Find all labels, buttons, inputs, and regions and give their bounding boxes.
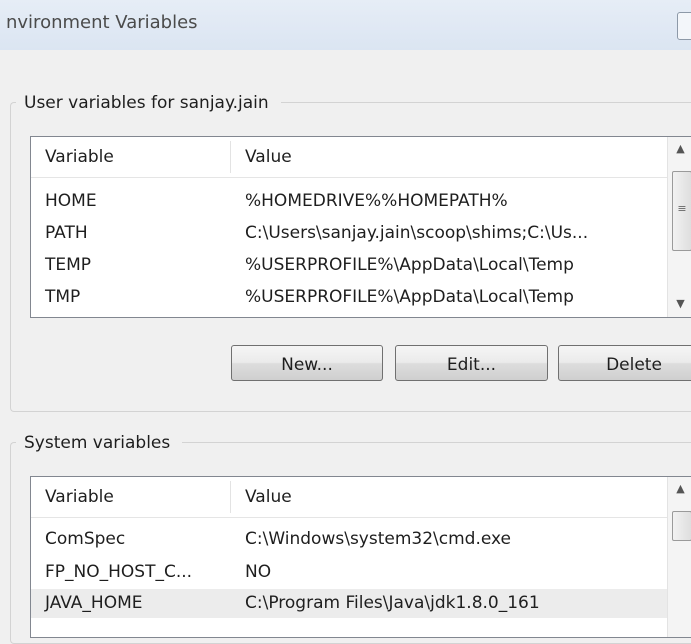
list-row[interactable]: TEMP %USERPROFILE%\AppData\Local\Temp bbox=[31, 251, 667, 280]
column-header-variable[interactable]: Variable bbox=[45, 147, 114, 167]
list-row[interactable]: HOME %HOMEDRIVE%%HOMEPATH% bbox=[31, 187, 667, 216]
variable-value: %USERPROFILE%\AppData\Local\Temp bbox=[245, 287, 574, 307]
scroll-up-arrow-icon[interactable]: ▲ bbox=[668, 137, 691, 161]
variable-value: C:\Program Files\Java\jdk1.8.0_161 bbox=[245, 593, 540, 613]
variable-value: NO bbox=[245, 562, 272, 582]
edit-button[interactable]: Edit... bbox=[395, 345, 548, 381]
scroll-thumb[interactable]: ≡ bbox=[672, 171, 691, 251]
variable-value: %USERPROFILE%\AppData\Local\Temp bbox=[245, 255, 574, 275]
caption-button[interactable] bbox=[677, 12, 691, 40]
scroll-grip-icon: ≡ bbox=[677, 202, 687, 215]
system-variables-list[interactable]: Variable Value ComSpec C:\Windows\system… bbox=[30, 476, 691, 638]
scroll-thumb[interactable] bbox=[672, 511, 691, 541]
variable-name: JAVA_HOME bbox=[45, 593, 143, 613]
title-bar: nvironment Variables bbox=[0, 0, 691, 50]
scroll-down-arrow-icon[interactable]: ▼ bbox=[668, 292, 691, 316]
variable-value: %HOMEDRIVE%%HOMEPATH% bbox=[245, 191, 508, 211]
variable-name: FP_NO_HOST_C... bbox=[45, 562, 193, 582]
list-row[interactable]: JAVA_HOME C:\Program Files\Java\jdk1.8.0… bbox=[31, 589, 667, 618]
list-header: Variable Value bbox=[31, 137, 667, 178]
list-row[interactable]: PATH C:\Users\sanjay.jain\scoop\shims;C:… bbox=[31, 219, 667, 248]
column-divider[interactable] bbox=[230, 481, 231, 513]
system-variables-legend: System variables bbox=[16, 433, 183, 453]
column-header-value[interactable]: Value bbox=[245, 147, 292, 167]
vertical-scrollbar[interactable]: ▲ bbox=[667, 477, 691, 637]
delete-button[interactable]: Delete bbox=[558, 345, 691, 381]
variable-name: PATH bbox=[45, 223, 88, 243]
column-header-value[interactable]: Value bbox=[245, 487, 292, 507]
column-header-variable[interactable]: Variable bbox=[45, 487, 114, 507]
window-title: nvironment Variables bbox=[6, 12, 198, 33]
column-divider[interactable] bbox=[230, 141, 231, 173]
list-row[interactable]: ComSpec C:\Windows\system32\cmd.exe bbox=[31, 525, 667, 554]
variable-name: HOME bbox=[45, 191, 97, 211]
list-row[interactable]: FP_NO_HOST_C... NO bbox=[31, 558, 667, 587]
list-header: Variable Value bbox=[31, 477, 667, 518]
vertical-scrollbar[interactable]: ▲ ≡ ▼ bbox=[667, 137, 691, 317]
variable-value: C:\Windows\system32\cmd.exe bbox=[245, 529, 512, 549]
variable-name: ComSpec bbox=[45, 529, 126, 549]
variable-name: TEMP bbox=[45, 255, 92, 275]
scroll-up-arrow-icon[interactable]: ▲ bbox=[668, 477, 691, 501]
user-variables-list[interactable]: Variable Value HOME %HOMEDRIVE%%HOMEPATH… bbox=[30, 136, 691, 318]
variable-name: TMP bbox=[45, 287, 81, 307]
variable-value: C:\Users\sanjay.jain\scoop\shims;C:\Us..… bbox=[245, 223, 589, 243]
new-button[interactable]: New... bbox=[231, 345, 383, 381]
list-row[interactable]: TMP %USERPROFILE%\AppData\Local\Temp bbox=[31, 283, 667, 312]
user-variables-legend: User variables for sanjay.jain bbox=[16, 93, 281, 113]
